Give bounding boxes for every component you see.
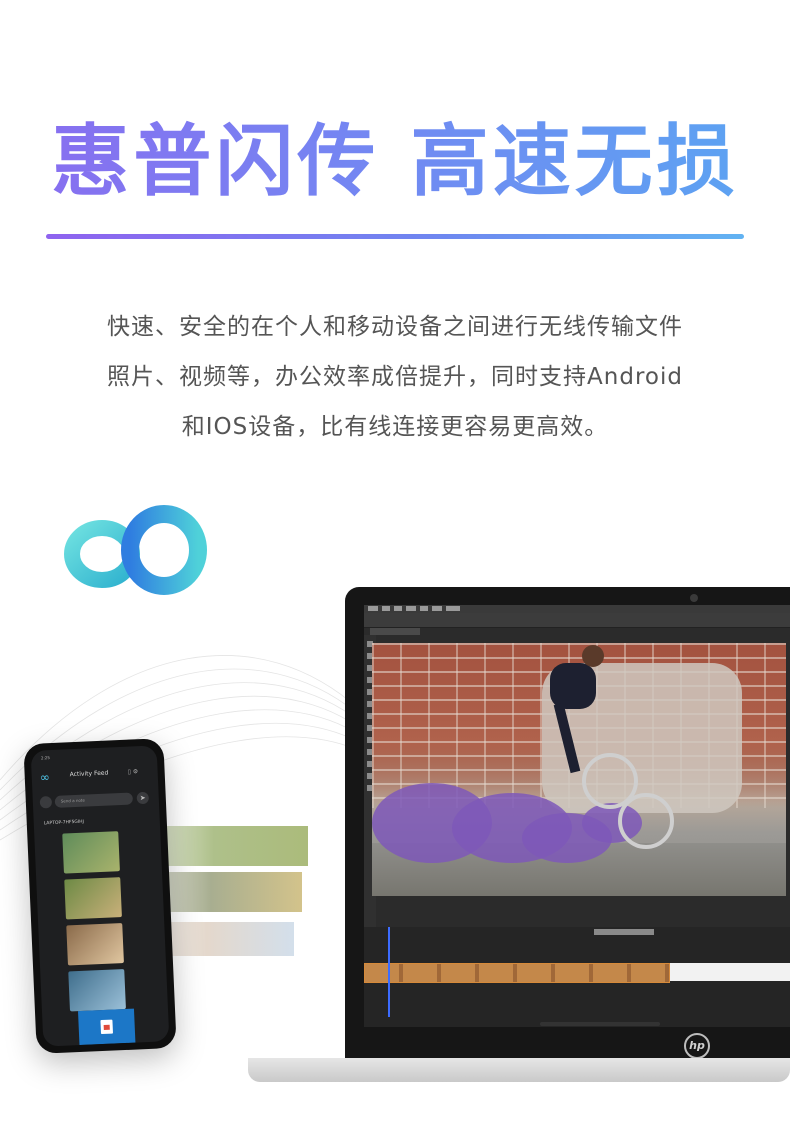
phone-app-header: ∞ Activity Feed ▯ ⚙	[31, 761, 158, 788]
app-options-bar	[364, 613, 790, 628]
video-frame-bmx-rider	[372, 643, 786, 896]
smartphone: 2:25 ∞ Activity Feed ▯ ⚙ Send a note ➤ L…	[23, 738, 177, 1054]
note-input[interactable]: Send a note	[54, 792, 134, 808]
phone-status-time: 2:25	[40, 755, 51, 761]
phone-header-icons[interactable]: ▯ ⚙	[127, 768, 138, 775]
playback-controls	[594, 929, 654, 935]
note-input-placeholder: Send a note	[60, 797, 86, 804]
page-headline: 惠普闪传 高速无损	[0, 112, 790, 212]
send-button[interactable]: ➤	[136, 791, 150, 805]
description-line-2: 照片、视频等，办公效率成倍提升，同时支持Android	[107, 364, 683, 390]
laptop-screen	[345, 587, 790, 1065]
description-line-3: 和IOS设备，比有线连接更容易更高效。	[181, 414, 609, 440]
headline-divider	[46, 234, 744, 239]
photo-thumbnail[interactable]	[68, 969, 126, 1012]
infinity-loop-logo-icon	[64, 505, 207, 595]
rider	[550, 663, 596, 709]
description-line-1: 快速、安全的在个人和移动设备之间进行无线传输文件	[107, 314, 683, 340]
description: 快速、安全的在个人和移动设备之间进行无线传输文件 照片、视频等，办公效率成倍提升…	[55, 302, 735, 452]
photo-thumbnail[interactable]	[66, 923, 124, 966]
attach-button[interactable]	[39, 796, 53, 809]
app-menubar	[364, 605, 790, 613]
pdf-file-icon	[100, 1019, 114, 1035]
laptop-hinge	[540, 1022, 660, 1026]
playhead	[388, 927, 390, 1017]
photo-thumbnail[interactable]	[62, 831, 120, 874]
timeline-clip-strip	[364, 963, 670, 983]
phone-screen: 2:25 ∞ Activity Feed ▯ ⚙ Send a note ➤ L…	[30, 745, 170, 1047]
file-item[interactable]	[77, 1008, 136, 1046]
document-tab	[370, 628, 420, 635]
phone-device-name: LAPTOP-7HF5GIHJ	[43, 819, 85, 827]
hp-logo-icon: hp	[684, 1033, 710, 1059]
phone-header-title: Activity Feed	[69, 769, 109, 779]
webcam	[690, 594, 698, 602]
laptop-base	[248, 1058, 790, 1082]
app-logo-icon: ∞	[39, 770, 51, 785]
photo-thumbnail[interactable]	[64, 877, 122, 920]
video-timeline	[364, 927, 790, 1027]
timeline-clip-white	[670, 963, 790, 981]
